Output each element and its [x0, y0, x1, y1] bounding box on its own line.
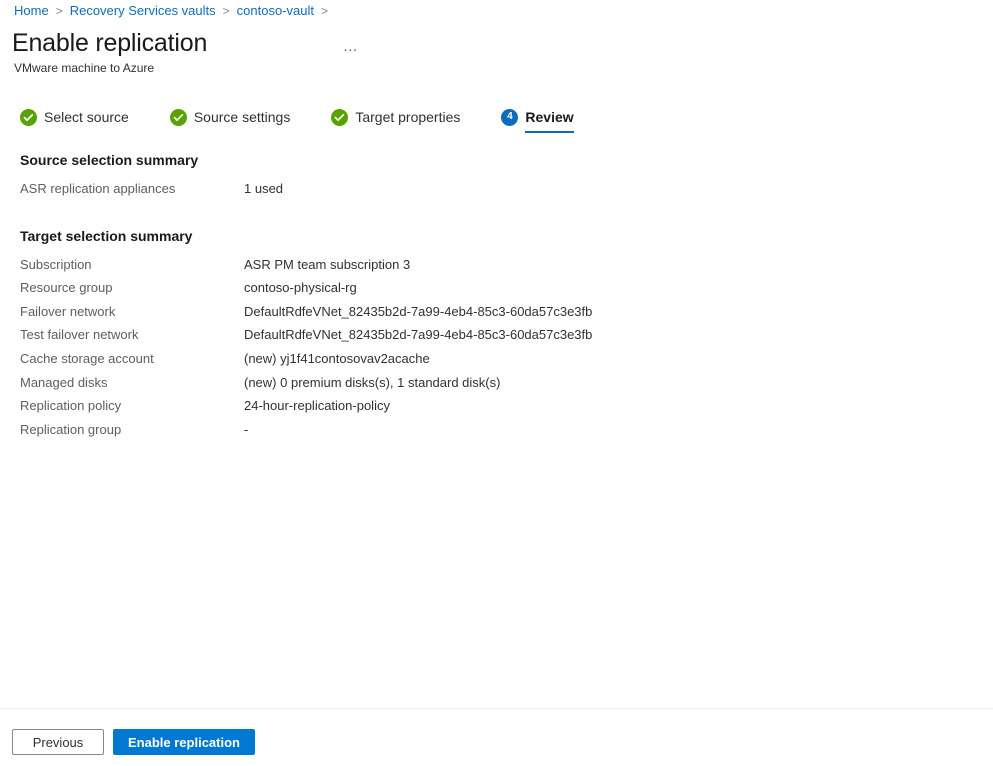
previous-button[interactable]: Previous	[12, 729, 104, 755]
check-circle-icon	[169, 108, 187, 126]
summary-row-value: (new) yj1f41contosovav2acache	[244, 350, 430, 366]
summary-row-value: 24-hour-replication-policy	[244, 398, 390, 414]
wizard-tab-label: Review	[525, 109, 574, 125]
wizard-tab-label: Source settings	[193, 109, 291, 125]
wizard-tab-label: Target properties	[355, 109, 461, 125]
summary-row-label: Replication group	[20, 421, 122, 437]
review-summary: Source selection summary ASR replication …	[0, 150, 993, 444]
enable-replication-button[interactable]: Enable replication	[113, 729, 255, 755]
wizard-tab-select-source[interactable]: Select source	[20, 108, 129, 133]
breadcrumb-link-2[interactable]: contoso-vault	[237, 3, 314, 18]
wizard-tab-review[interactable]: 4 Review	[501, 108, 574, 133]
breadcrumb-separator-icon: >	[321, 4, 329, 18]
summary-row-value: contoso-physical-rg	[244, 280, 357, 296]
summary-row-label: Cache storage account	[20, 350, 154, 366]
page-title: Enable replication	[12, 29, 208, 57]
more-options-icon[interactable]: …	[336, 34, 366, 58]
summary-row-label: Failover network	[20, 303, 116, 319]
summary-row-label: Resource group	[20, 280, 113, 296]
summary-row-value: (new) 0 premium disks(s), 1 standard dis…	[244, 374, 501, 390]
summary-row: Subscription ASR PM team subscription 3	[0, 256, 993, 280]
section-heading: Target selection summary	[20, 227, 193, 244]
summary-row-value: DefaultRdfeVNet_82435b2d-7a99-4eb4-85c3-…	[244, 327, 593, 343]
section-heading: Source selection summary	[20, 152, 199, 168]
breadcrumb-separator-icon: >	[222, 4, 230, 18]
breadcrumb-link-0[interactable]: Home	[14, 3, 49, 18]
breadcrumb-separator-icon: >	[55, 4, 63, 18]
summary-rows: Subscription ASR PM team subscription 3 Re…	[0, 256, 993, 445]
summary-section: Target selection summary Subscription ASR …	[0, 204, 993, 445]
summary-row: Failover network DefaultRdfeVNet_82435b2d…	[0, 303, 993, 327]
step-number-badge: 4	[501, 108, 519, 126]
check-circle-icon	[20, 108, 37, 126]
summary-section: Source selection summary ASR replication …	[0, 150, 993, 204]
summary-row: Replication policy 24-hour-replication-po…	[0, 397, 993, 421]
footer-divider	[0, 708, 993, 709]
summary-row-value: DefaultRdfeVNet_82435b2d-7a99-4eb4-85c3-…	[244, 303, 593, 319]
breadcrumb-link-1[interactable]: Recovery Services vaults	[70, 3, 216, 18]
summary-row: Resource group contoso-physical-rg	[0, 279, 993, 303]
summary-row: Managed disks (new) 0 premium disks(s), 1…	[0, 374, 993, 398]
summary-row: ASR replication appliances 1 used	[0, 180, 993, 204]
summary-row-label: Managed disks	[20, 374, 108, 390]
summary-row-label: ASR replication appliances	[20, 181, 176, 196]
summary-row-value: 1 used	[244, 181, 284, 196]
page-header: Enable replication …	[12, 26, 412, 62]
wizard-footer: Previous Enable replication	[12, 729, 255, 755]
summary-row-label: Test failover network	[20, 327, 139, 343]
summary-row-value: -	[244, 421, 249, 437]
page-subtitle: VMware machine to Azure	[14, 61, 155, 75]
summary-row: Test failover network DefaultRdfeVNet_824…	[0, 326, 993, 350]
wizard-tab-target-properties[interactable]: Target properties	[331, 108, 460, 133]
summary-row: Replication group -	[0, 421, 993, 445]
summary-row-value: ASR PM team subscription 3	[244, 256, 411, 272]
wizard-tabs: Select source Source settings Target prope…	[20, 108, 574, 133]
check-circle-icon	[331, 108, 349, 126]
active-tab-indicator	[525, 131, 574, 133]
summary-row-label: Replication policy	[20, 398, 122, 414]
summary-row-label: Subscription	[20, 256, 92, 272]
breadcrumb: Home > Recovery Services vaults > contoso-va…	[14, 2, 335, 20]
wizard-tab-source-settings[interactable]: Source settings	[169, 108, 291, 133]
step-number: 4	[507, 111, 513, 122]
wizard-tab-label: Select source	[44, 109, 129, 125]
summary-row: Cache storage account (new) yj1f41contoso…	[0, 350, 993, 374]
summary-rows: ASR replication appliances 1 used	[0, 180, 993, 204]
